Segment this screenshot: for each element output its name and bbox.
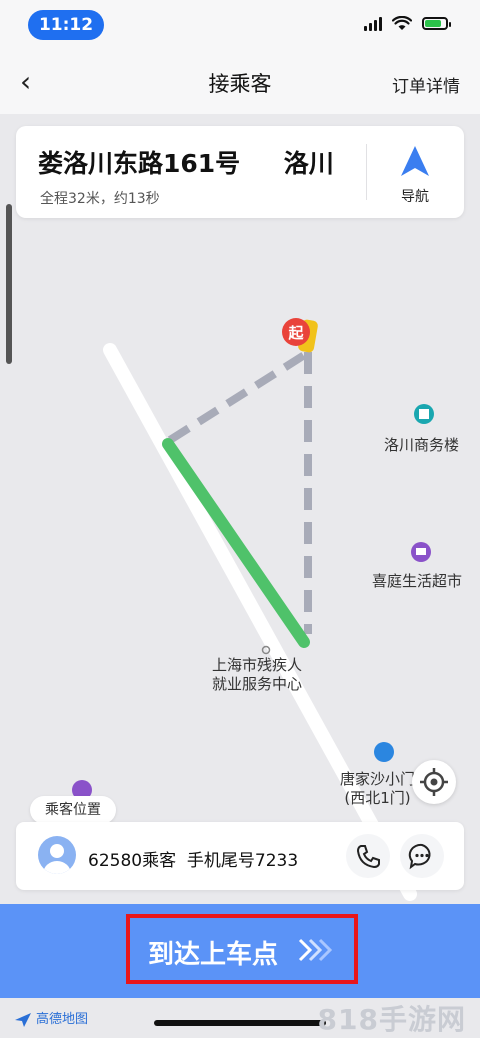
navigation-arrow-icon — [401, 146, 429, 176]
message-button[interactable] — [400, 834, 444, 878]
passenger-info: 62580乘客 手机尾号7233 — [88, 851, 299, 871]
poi-label[interactable]: 唐家沙小门 (西北1门) — [340, 770, 415, 808]
map-brand-logo: 高德地图 — [14, 1008, 88, 1028]
passenger-card: 62580乘客 手机尾号7233 — [16, 822, 464, 890]
cellular-signal-icon — [364, 16, 382, 31]
phone-icon — [356, 845, 380, 869]
home-indicator[interactable] — [154, 1020, 326, 1026]
wifi-icon — [392, 16, 412, 30]
scroll-indicator[interactable] — [6, 204, 12, 364]
call-button[interactable] — [346, 834, 390, 878]
poi-label[interactable]: 洛川商务楼 — [384, 436, 459, 455]
pickup-address: 娄洛川东路161号 洛川 — [38, 149, 334, 178]
map-brand-text: 高德地图 — [36, 1012, 89, 1027]
navigate-button[interactable]: 导航 — [380, 140, 450, 206]
person-icon — [43, 844, 71, 874]
footer: 高德地图 818手游网 — [0, 998, 480, 1038]
arrived-pickup-button[interactable]: 到达上车点 — [126, 914, 358, 984]
battery-icon — [422, 17, 451, 30]
locate-icon — [420, 768, 448, 796]
arrived-pickup-label: 到达上车点 — [148, 940, 279, 970]
nav-bar: ‹ 接乘客 订单详情 — [0, 50, 480, 114]
order-details-link[interactable]: 订单详情 — [392, 72, 460, 97]
chat-icon — [408, 843, 431, 870]
poi-label[interactable]: 喜庭生活超市 — [372, 572, 462, 591]
amap-logo-icon — [15, 1012, 31, 1027]
avatar — [38, 836, 76, 874]
passenger-location-tag: 乘客位置 — [30, 796, 116, 824]
divider — [366, 144, 367, 200]
route-summary: 全程32米，约13秒 — [40, 191, 160, 207]
watermark: 818手游网 — [317, 1003, 466, 1036]
status-icons — [364, 16, 451, 31]
status-bar: 11:12 — [0, 0, 480, 50]
bottom-action-bar: 到达上车点 — [0, 904, 480, 998]
locate-me-button[interactable] — [412, 760, 456, 804]
address-card: 娄洛川东路161号 洛川 全程32米，约13秒 导航 — [16, 126, 464, 218]
double-chevron-icon — [298, 938, 333, 962]
poi-label[interactable]: 上海市残疾人 就业服务中心 — [212, 656, 302, 694]
status-time: 11:12 — [28, 10, 104, 40]
navigate-label: 导航 — [401, 189, 429, 205]
start-marker-label: 起 — [287, 324, 304, 342]
